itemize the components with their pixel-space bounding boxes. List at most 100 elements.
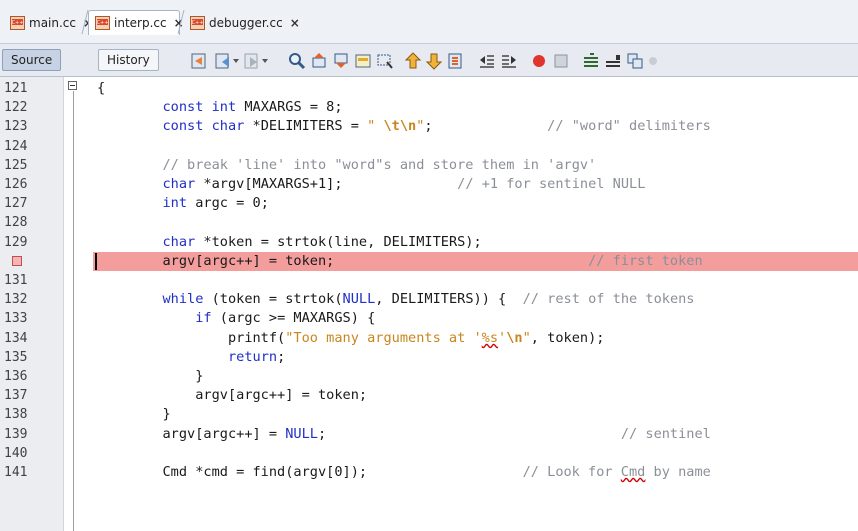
next-bookmark-icon[interactable] [425, 52, 443, 70]
code-line[interactable]: 134 printf("Too many arguments at '%s'\n… [0, 329, 858, 348]
code-token: " [367, 118, 384, 134]
code-text[interactable]: // break 'line' into "word"s and store t… [97, 156, 596, 175]
tab-interp-cc[interactable]: C++ interp.cc × [88, 10, 184, 35]
tab-main-cc[interactable]: C++ main.cc × [4, 10, 93, 35]
code-editor[interactable]: 121{122 const int MAXARGS = 8; 123 const … [0, 77, 858, 531]
code-text[interactable]: return; [97, 348, 285, 367]
code-line[interactable]: 136 } [0, 367, 858, 386]
line-number: 128 [4, 215, 28, 230]
uncomment-icon[interactable] [604, 52, 622, 70]
code-token: ' [498, 330, 507, 346]
code-token: int [162, 195, 188, 211]
code-line[interactable]: 127 int argc = 0; [0, 194, 858, 213]
back-icon[interactable] [214, 52, 232, 70]
code-token: ; [424, 118, 548, 134]
toggle-bookmark-icon[interactable] [446, 52, 464, 70]
code-line[interactable]: 122 const int MAXARGS = 8; [0, 98, 858, 117]
line-number: 139 [4, 427, 28, 442]
code-line[interactable]: 133 if (argc >= MAXARGS) { [0, 309, 858, 328]
code-token: by name [645, 464, 711, 480]
code-text[interactable]: printf("Too many arguments at '%s'\n", t… [97, 329, 605, 348]
code-token: \t\n [383, 118, 417, 134]
history-view-button[interactable]: History [98, 49, 159, 71]
code-text[interactable]: } [97, 367, 203, 386]
code-line[interactable]: 128 [0, 213, 858, 232]
code-line[interactable]: 137 argv[argc++] = token; [0, 386, 858, 405]
code-text[interactable]: Cmd *cmd = find(argv[0]); // Look for Cm… [97, 463, 711, 482]
code-line[interactable]: 131 [0, 271, 858, 290]
code-text[interactable]: argv[argc++] = NULL; // sentinel [97, 425, 711, 444]
code-line[interactable]: 140 [0, 444, 858, 463]
line-number: 123 [4, 119, 28, 134]
comment-icon[interactable] [582, 52, 600, 70]
line-number: 140 [4, 446, 28, 461]
code-token: return [227, 349, 278, 365]
source-view-button[interactable]: Source [2, 49, 62, 71]
toggle-highlight-icon[interactable] [354, 52, 372, 70]
code-text[interactable]: const char *DELIMITERS = " \t\n"; // "wo… [97, 117, 710, 136]
code-text[interactable]: while (token = strtok(NULL, DELIMITERS))… [97, 290, 694, 309]
overflow-icon[interactable] [648, 52, 658, 70]
code-token: (argc >= MAXARGS) { [211, 310, 376, 326]
tab-debugger-cc[interactable]: C++ debugger.cc × [184, 10, 300, 35]
stop-macro-icon[interactable] [552, 52, 570, 70]
code-line[interactable]: 132 while (token = strtok(NULL, DELIMITE… [0, 290, 858, 309]
chevron-down-icon[interactable] [232, 57, 240, 75]
diff-icon[interactable] [626, 52, 644, 70]
code-token: // break 'line' into "word"s and store t… [162, 157, 597, 173]
forward-icon[interactable] [243, 52, 261, 70]
toggle-rect-selection-icon[interactable] [376, 52, 394, 70]
code-token: "Too many arguments at ' [285, 330, 482, 346]
code-text[interactable]: } [97, 405, 170, 424]
code-token: if [195, 310, 212, 326]
cpp-file-icon: C++ [95, 16, 110, 30]
code-token: *argv[MAXARGS+1]; [195, 176, 458, 192]
code-line[interactable]: 135 return; [0, 348, 858, 367]
shift-left-icon[interactable] [478, 52, 496, 70]
code-token: while [162, 291, 204, 307]
cpp-file-icon: C++ [10, 15, 25, 30]
code-token: argv[argc++] = token; [97, 387, 368, 403]
find-next-icon[interactable] [332, 52, 350, 70]
shift-right-icon[interactable] [500, 52, 518, 70]
code-line[interactable]: 126 char *argv[MAXARGS+1]; // +1 for sen… [0, 175, 858, 194]
code-token: printf( [97, 330, 286, 346]
code-token: } [97, 368, 204, 384]
code-text[interactable]: int argc = 0; [97, 194, 268, 213]
start-macro-icon[interactable] [530, 52, 548, 70]
code-text[interactable]: argv[argc++] = token; // first token [97, 252, 702, 271]
code-text[interactable]: if (argc >= MAXARGS) { [97, 309, 375, 328]
code-line[interactable]: 124 [0, 137, 858, 156]
code-text[interactable]: argv[argc++] = token; [97, 386, 367, 405]
code-line[interactable]: 121 { [0, 79, 858, 98]
breakpoint-icon[interactable] [12, 256, 22, 266]
find-selection-icon[interactable] [288, 52, 306, 70]
code-token: ; [277, 349, 286, 365]
code-token: \n [506, 330, 523, 346]
code-line[interactable]: 138 } [0, 405, 858, 424]
breakpoint-line[interactable]: argv[argc++] = token; // first token [0, 252, 858, 271]
code-line[interactable]: 125 // break 'line' into "word"s and sto… [0, 156, 858, 175]
code-line[interactable]: 139 argv[argc++] = NULL; // sentinel [0, 425, 858, 444]
cpp-file-icon: C++ [190, 15, 205, 30]
code-token: // sentinel [620, 426, 711, 442]
code-text[interactable]: char *token = strtok(line, DELIMITERS); [97, 233, 481, 252]
last-edit-icon[interactable] [190, 52, 208, 70]
code-token: %s [481, 330, 499, 346]
previous-bookmark-icon[interactable] [404, 52, 422, 70]
line-number: 138 [4, 407, 28, 422]
code-text[interactable]: { [97, 79, 105, 98]
find-previous-icon[interactable] [310, 52, 328, 70]
code-line[interactable]: 123 const char *DELIMITERS = " \t\n"; //… [0, 117, 858, 136]
code-token: // Look for [522, 464, 621, 480]
chevron-down-icon[interactable] [261, 57, 269, 75]
code-text[interactable]: char *argv[MAXARGS+1]; // +1 for sentine… [97, 175, 645, 194]
code-line[interactable]: 141 Cmd *cmd = find(argv[0]); // Look fo… [0, 463, 858, 482]
code-line[interactable]: 129 char *token = strtok(line, DELIMITER… [0, 233, 858, 252]
close-icon[interactable]: × [290, 16, 300, 30]
svg-text:C++: C++ [97, 20, 109, 26]
code-text[interactable]: const int MAXARGS = 8; [97, 98, 342, 117]
